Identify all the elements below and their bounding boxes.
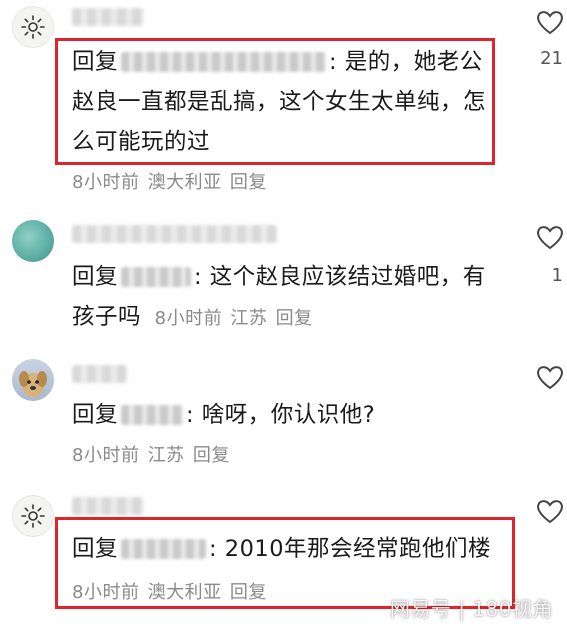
comment-meta: 8小时前 江苏 回复: [155, 308, 313, 329]
comment-item: 回复: 这个赵良应该结过婚吧，有孩子吗 8小时前 江苏 回复 1: [0, 205, 567, 345]
avatar[interactable]: [12, 6, 54, 48]
comment-time: 8小时前: [72, 445, 140, 466]
reply-target-redacted[interactable]: [121, 267, 192, 287]
like-count: 21: [540, 48, 563, 69]
reply-prefix: 回复: [72, 402, 119, 428]
comment-meta: 8小时前 江苏 回复: [72, 441, 230, 471]
comment-body: : 2010年那会经常跑他们楼: [209, 536, 492, 562]
comment-location: 江苏: [147, 445, 185, 466]
comment-text: 回复: 是的，她老公赵良一直都是乱搞，这个女生太单纯，怎么可能玩的过: [72, 42, 487, 162]
reply-target-redacted[interactable]: [121, 539, 207, 559]
avatar[interactable]: [12, 359, 54, 401]
comment-location: 江苏: [230, 308, 268, 329]
avatar[interactable]: [12, 495, 54, 537]
comment-body: : 啥呀，你认识他?: [186, 402, 376, 428]
reply-target-redacted[interactable]: [121, 405, 184, 425]
avatar[interactable]: [12, 220, 54, 262]
heart-outline-icon[interactable]: [535, 8, 565, 36]
reply-target-redacted[interactable]: [121, 52, 327, 72]
comment-item: 回复: 是的，她老公赵良一直都是乱搞，这个女生太单纯，怎么可能玩的过 8小时前 …: [0, 0, 567, 205]
comment-location: 澳大利亚: [147, 172, 222, 193]
username-redacted[interactable]: [72, 225, 277, 243]
reply-button[interactable]: 回复: [230, 172, 267, 193]
comment-time: 8小时前: [72, 582, 140, 603]
username-redacted[interactable]: [72, 497, 144, 515]
heart-outline-icon[interactable]: [535, 223, 565, 251]
reply-button[interactable]: 回复: [276, 308, 313, 329]
username-redacted[interactable]: [72, 8, 144, 26]
comment-text: 回复 : 啥呀，你认识他?: [72, 395, 487, 435]
reply-button[interactable]: 回复: [230, 582, 267, 603]
comment-item: 回复 : 啥呀，你认识他? 8小时前 江苏 回复: [0, 345, 567, 485]
reply-prefix: 回复: [72, 264, 119, 290]
heart-outline-icon[interactable]: [535, 497, 565, 525]
watermark: 网易号 | 180视角: [389, 597, 553, 621]
comment-meta: 8小时前 澳大利亚 回复: [72, 582, 267, 603]
username-redacted[interactable]: [72, 365, 127, 383]
sun-icon: [21, 15, 45, 39]
comment-text: 回复: 这个赵良应该结过婚吧，有孩子吗 8小时前 江苏 回复: [72, 257, 487, 339]
dog-avatar-icon: [19, 371, 47, 397]
comment-time: 8小时前: [154, 308, 223, 329]
reply-prefix: 回复: [72, 536, 119, 562]
comment-location: 澳大利亚: [147, 582, 222, 603]
comment-time: 8小时前: [72, 172, 140, 193]
reply-prefix: 回复: [72, 49, 119, 75]
sun-icon: [21, 504, 45, 528]
heart-outline-icon[interactable]: [535, 363, 565, 391]
like-count: 1: [551, 265, 563, 286]
comment-meta: 8小时前 澳大利亚 回复: [72, 168, 267, 198]
reply-button[interactable]: 回复: [193, 445, 230, 466]
